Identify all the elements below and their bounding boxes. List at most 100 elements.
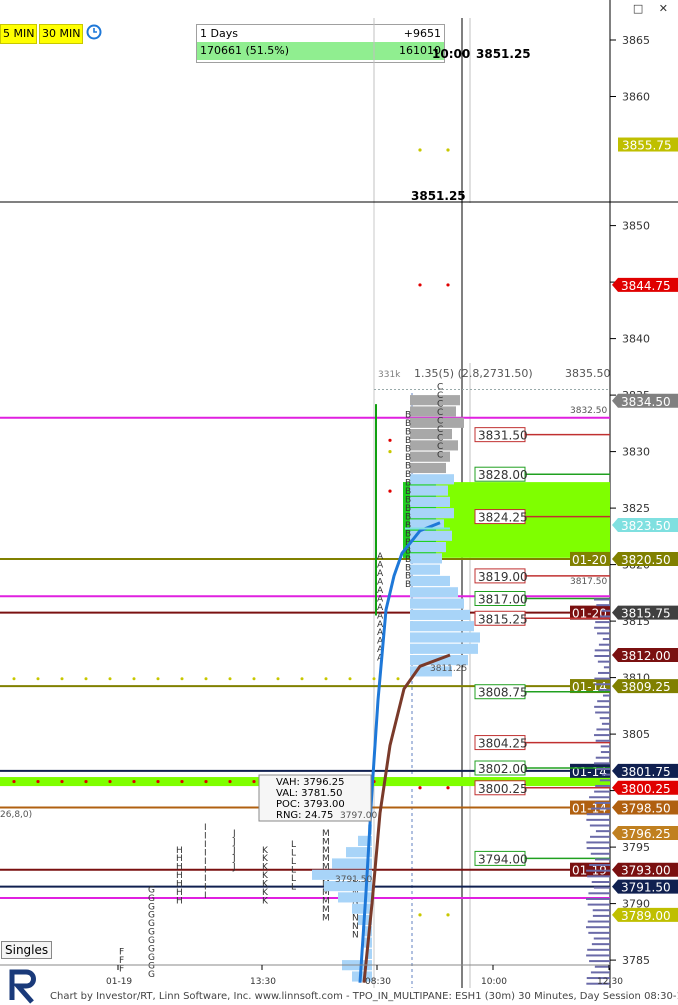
level-text-5: 3815.25	[478, 612, 528, 626]
axis-badge-text-12: 3791.50	[621, 881, 671, 895]
axis-volume-bar	[591, 943, 610, 946]
cur-hist-bar	[410, 508, 454, 519]
ref-label-5: 01-14	[572, 765, 607, 779]
dot-red	[446, 283, 450, 287]
dot-yellow	[372, 677, 376, 681]
dot-red	[132, 779, 136, 784]
dot-yellow	[324, 677, 328, 681]
axis-volume-bar	[595, 830, 610, 833]
axis-volume-bar	[598, 688, 610, 691]
top-time-label: 10:00	[432, 47, 470, 61]
axis-volume-bar	[594, 705, 610, 708]
axis-volume-bar	[586, 926, 610, 929]
cur-hist-bar	[410, 451, 450, 462]
cur-hist-bar	[410, 632, 480, 643]
dot-yellow	[108, 677, 112, 681]
dot-yellow	[36, 677, 40, 681]
singles-button[interactable]: Singles	[1, 941, 53, 959]
va-poc: POC: 3793.00	[276, 799, 345, 810]
y-tick-label-3830: 3830	[622, 446, 650, 459]
dot-red	[252, 779, 256, 784]
profile-header-right: 3835.50	[565, 367, 611, 380]
dot-red	[12, 779, 16, 784]
tpo-N: N	[352, 931, 359, 941]
x-tick-label-3: 10:00	[481, 977, 507, 987]
top-axis-badge-text: 3855.75	[622, 139, 672, 153]
axis-volume-bar	[587, 948, 610, 951]
axis-volume-bar	[586, 847, 610, 850]
top-pane: 10:00 3851.25 3851.25 3865 3860 3855.75	[0, 0, 678, 203]
axis-volume-bar	[587, 875, 610, 878]
level-text-6: 3808.75	[478, 686, 528, 700]
cur-hist-bar	[410, 395, 460, 406]
dot-yellow	[60, 677, 64, 681]
dot-red	[84, 779, 88, 784]
x-tick-label-1: 13:30	[250, 977, 276, 987]
footer-credit: Chart by Investor/RT, Linn Software, Inc…	[50, 991, 678, 1002]
axis-badge-text-10: 3796.25	[621, 827, 671, 841]
y-tick-label-3825: 3825	[622, 502, 650, 515]
dot-red	[180, 779, 184, 784]
axis-badge-text-1: 3834.50	[621, 395, 671, 409]
cur-hist-bar	[410, 440, 458, 451]
axis-volume-bar	[588, 892, 610, 895]
linn-logo-icon	[9, 969, 36, 1004]
main-chart[interactable]: 01-2001-2001-1401-1401-1401-19 FFFGGGGGG…	[0, 203, 678, 988]
dot-yellow	[12, 677, 16, 681]
axis-volume-bar	[595, 784, 610, 787]
dot-red	[60, 779, 64, 784]
axis-volume-bar	[594, 762, 610, 765]
dot-red	[418, 786, 422, 790]
level-text-4: 3817.00	[478, 593, 528, 607]
axis-volume-bar	[600, 745, 610, 748]
axis-volume-bar	[586, 818, 610, 821]
axis-volume-bar	[587, 920, 610, 923]
y-tick-label-3805: 3805	[622, 728, 650, 741]
note-3791: 3791.50	[335, 875, 372, 885]
dot-red	[388, 489, 392, 493]
va-rng: RNG: 24.75	[276, 810, 333, 821]
note-3811: 3811.25	[430, 664, 467, 674]
axis-badge-text-9: 3798.50	[621, 802, 671, 816]
y-tick-label-3785: 3785	[622, 954, 650, 967]
dot-yellow	[418, 913, 422, 917]
cur-hist-bar	[410, 553, 442, 564]
dot-red	[156, 779, 160, 784]
cur-hist-bar	[410, 621, 474, 632]
prev-hist-bar	[352, 903, 372, 914]
dot-red	[446, 786, 450, 790]
axis-volume-bar	[602, 638, 610, 641]
dot-yellow	[388, 450, 392, 454]
axis-volume-bar	[597, 632, 610, 635]
tpo-M: M	[322, 914, 330, 924]
axis-volume-bar	[594, 965, 610, 968]
axis-volume-bar	[594, 677, 610, 680]
axis-badge-text-11: 3793.00	[621, 864, 671, 878]
y-tick-label-3795: 3795	[622, 841, 650, 854]
axis-volume-bar	[595, 621, 610, 624]
axis-volume-bar	[595, 756, 610, 759]
dot-red	[228, 779, 232, 784]
cur-hist-bar	[410, 542, 446, 553]
axis-volume-bar	[593, 937, 610, 940]
axis-volume-bar	[598, 671, 610, 674]
dot-yellow	[252, 677, 256, 681]
note-3832: 3832.50	[570, 406, 607, 416]
axis-volume-bar	[596, 768, 610, 770]
cur-hist-bar	[410, 496, 450, 507]
tpo-F: F	[119, 964, 124, 974]
axis-volume-bar	[589, 824, 610, 827]
cur-hist-bar	[410, 643, 478, 654]
tpo-B: B	[405, 580, 411, 590]
dot-yellow	[156, 677, 160, 681]
axis-volume-bar	[590, 835, 610, 838]
dot-red	[388, 438, 392, 442]
note-3817: 3817.50	[570, 577, 607, 587]
dot-yellow	[348, 677, 352, 681]
axis-volume-bar	[595, 711, 610, 714]
dot-yellow	[300, 677, 304, 681]
axis-badge-text-4: 3815.75	[621, 607, 671, 621]
cur-hist-bar	[410, 474, 454, 485]
axis-volume-bar	[594, 858, 610, 861]
axis-volume-bar	[598, 643, 610, 646]
